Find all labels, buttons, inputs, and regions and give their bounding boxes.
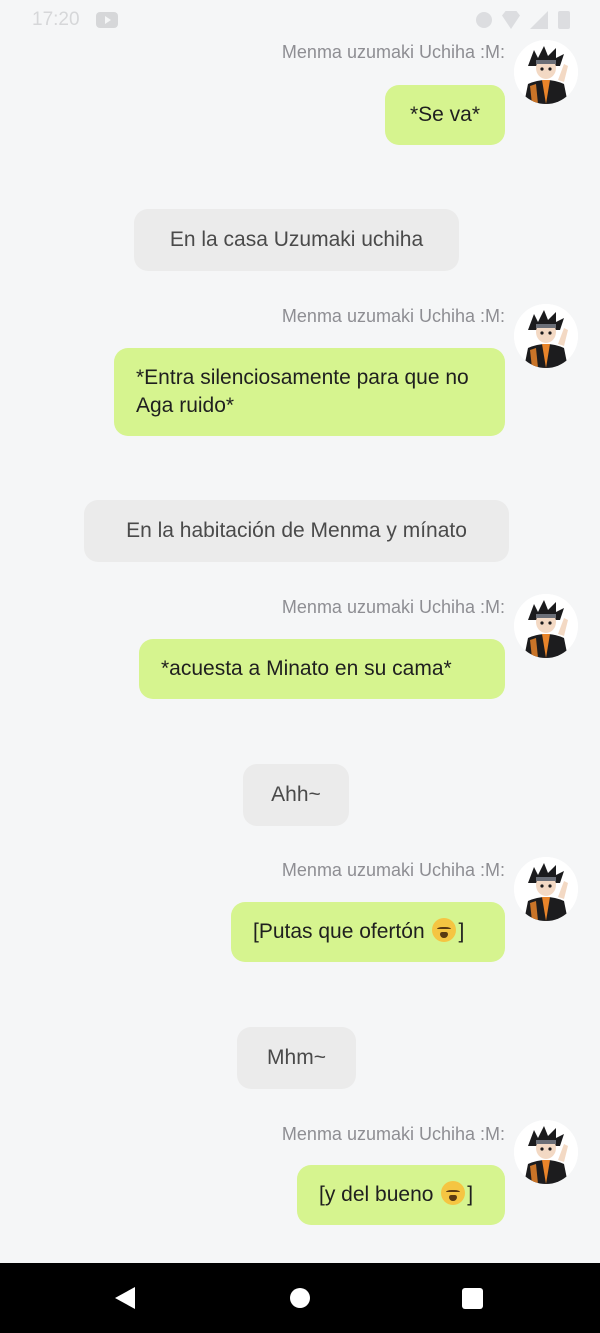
message-suffix: ] bbox=[458, 920, 465, 943]
avatar[interactable] bbox=[514, 304, 578, 368]
weary-face-emoji-icon bbox=[441, 1181, 466, 1205]
avatar-image bbox=[514, 594, 578, 658]
back-icon[interactable] bbox=[115, 1287, 135, 1309]
weary-face-emoji-icon bbox=[432, 918, 457, 942]
narration-message[interactable]: En la casa Uzumaki uchiha bbox=[134, 209, 459, 271]
avatar-image bbox=[514, 857, 578, 921]
avatar[interactable] bbox=[514, 857, 578, 921]
avatar[interactable] bbox=[514, 40, 578, 104]
sender-name: Menma uzumaki Uchiha :M: bbox=[281, 306, 505, 326]
sender-name: Menma uzumaki Uchiha :M: bbox=[281, 597, 505, 617]
chat-thread[interactable]: Menma uzumaki Uchiha :M: *Se va* En la c… bbox=[0, 0, 600, 1263]
sender-name: Menma uzumaki Uchiha :M: bbox=[281, 42, 505, 62]
outgoing-message[interactable]: *acuesta a Minato en su cama* bbox=[139, 639, 505, 699]
recents-icon[interactable] bbox=[462, 1288, 483, 1309]
outgoing-message[interactable]: [y del bueno ] bbox=[297, 1165, 505, 1225]
message-text: [Putas que ofertón bbox=[253, 920, 425, 943]
avatar-image bbox=[514, 304, 578, 368]
outgoing-message[interactable]: [Putas que ofertón ] bbox=[231, 902, 505, 962]
narration-message[interactable]: Mhm~ bbox=[237, 1027, 356, 1089]
outgoing-message[interactable]: *Entra silenciosamente para que no Aga r… bbox=[114, 348, 505, 436]
sender-name: Menma uzumaki Uchiha :M: bbox=[281, 860, 505, 880]
avatar[interactable] bbox=[514, 1120, 578, 1184]
narration-message[interactable]: En la habitación de Menma y mínato bbox=[84, 500, 509, 562]
avatar-image bbox=[514, 1120, 578, 1184]
navigation-bar bbox=[0, 1263, 600, 1333]
sender-name: Menma uzumaki Uchiha :M: bbox=[281, 1124, 505, 1144]
home-icon[interactable] bbox=[290, 1288, 310, 1308]
outgoing-message[interactable]: *Se va* bbox=[385, 85, 505, 145]
message-text: [y del bueno bbox=[319, 1183, 434, 1206]
avatar-image bbox=[514, 40, 578, 104]
narration-message[interactable]: Ahh~ bbox=[243, 764, 349, 826]
avatar[interactable] bbox=[514, 594, 578, 658]
message-suffix: ] bbox=[467, 1183, 474, 1206]
